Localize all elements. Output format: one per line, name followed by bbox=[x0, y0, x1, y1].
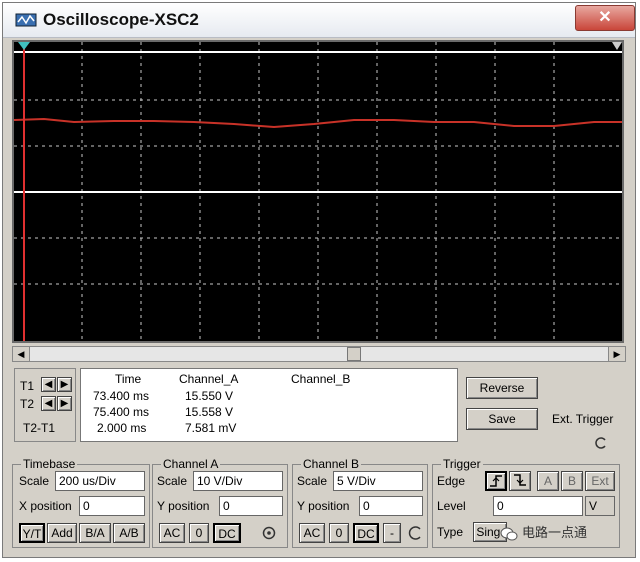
t1-right-arrow-icon[interactable]: ▶ bbox=[57, 377, 72, 392]
watermark: 电路一点通 bbox=[500, 522, 587, 541]
readout-header-channel-b: Channel_B bbox=[291, 372, 351, 386]
timebase-scale-label: Scale bbox=[19, 474, 50, 488]
level-field[interactable]: 0 bbox=[493, 496, 583, 516]
channel-a-y-position-label: Y position bbox=[157, 499, 210, 513]
readout-header-time: Time bbox=[115, 372, 142, 386]
channel-b-dc-button[interactable]: DC bbox=[353, 523, 379, 543]
falling-edge-icon[interactable] bbox=[509, 471, 531, 491]
ext-trigger-label: Ext. Trigger bbox=[552, 412, 614, 426]
edge-label: Edge bbox=[437, 474, 466, 488]
channel-a-zero-button[interactable]: 0 bbox=[189, 523, 209, 543]
t1-label: T1 bbox=[20, 379, 35, 393]
watermark-text: 电路一点通 bbox=[522, 525, 588, 540]
readout-row2-time: 75.400 ms bbox=[93, 405, 150, 419]
type-label: Type bbox=[437, 525, 464, 539]
title-bar[interactable]: Oscilloscope-XSC2 ✕ bbox=[3, 3, 635, 38]
t2-label: T2 bbox=[20, 397, 35, 411]
trigger-source-a-button[interactable]: A bbox=[537, 471, 559, 491]
channel-b-ac-button[interactable]: AC bbox=[299, 523, 325, 543]
channel-b-terminal-icon[interactable] bbox=[407, 525, 423, 541]
wechat-icon bbox=[500, 527, 518, 541]
level-unit-select[interactable]: V bbox=[585, 496, 615, 516]
channel-a-dc-button[interactable]: DC bbox=[213, 523, 241, 543]
timebase-legend: Timebase bbox=[21, 457, 78, 471]
cursor-t2-marker bbox=[612, 42, 622, 50]
readout-row1-time: 73.400 ms bbox=[93, 389, 150, 403]
x-position-label: X position bbox=[19, 499, 72, 513]
timebase-group: Timebase Scale 200 us/Div X position 0 Y… bbox=[12, 457, 150, 548]
cursor-t1-marker bbox=[18, 42, 30, 50]
readout-row3-time: 2.000 ms bbox=[97, 421, 147, 435]
oscilloscope-app-icon bbox=[15, 13, 37, 27]
scroll-left-icon[interactable]: ◀ bbox=[13, 347, 30, 361]
channel-b-y-position-label: Y position bbox=[297, 499, 350, 513]
channel-b-y-position-field[interactable]: 0 bbox=[359, 496, 423, 516]
readout-row3-channel-a: 7.581 mV bbox=[185, 421, 237, 435]
channel-a-y-position-field[interactable]: 0 bbox=[219, 496, 283, 516]
cursor-controls: T1 T2 ◀ ▶ ◀ ▶ T2-T1 bbox=[14, 368, 76, 442]
time-scrollbar[interactable]: ◀ ▶ bbox=[12, 346, 626, 362]
readout-header-channel-a: Channel_A bbox=[179, 372, 239, 386]
mode-ba-button[interactable]: B/A bbox=[79, 523, 111, 543]
channel-a-terminal-icon[interactable] bbox=[261, 525, 277, 541]
channel-b-scale-field[interactable]: 5 V/Div bbox=[333, 471, 423, 491]
channel-a-ac-button[interactable]: AC bbox=[159, 523, 185, 543]
t2-right-arrow-icon[interactable]: ▶ bbox=[57, 396, 72, 411]
t2-left-arrow-icon[interactable]: ◀ bbox=[41, 396, 56, 411]
trigger-source-b-button[interactable]: B bbox=[561, 471, 583, 491]
timebase-scale-field[interactable]: 200 us/Div bbox=[55, 471, 145, 491]
trigger-legend: Trigger bbox=[441, 457, 483, 471]
close-button[interactable]: ✕ bbox=[575, 5, 635, 31]
measurement-readout: Time Channel_A Channel_B 73.400 ms 15.55… bbox=[80, 368, 458, 442]
channel-b-group: Channel B Scale 5 V/Div Y position 0 AC … bbox=[292, 457, 428, 548]
channel-b-legend: Channel B bbox=[301, 457, 362, 471]
t1-left-arrow-icon[interactable]: ◀ bbox=[41, 377, 56, 392]
readout-row1-channel-a: 15.550 V bbox=[185, 389, 234, 403]
save-button[interactable]: Save bbox=[466, 408, 538, 430]
channel-b-scale-label: Scale bbox=[297, 474, 328, 488]
trigger-source-ext-button[interactable]: Ext bbox=[585, 471, 615, 491]
level-label: Level bbox=[437, 499, 466, 513]
channel-a-group: Channel A Scale 10 V/Div Y position 0 AC… bbox=[152, 457, 288, 548]
scroll-thumb[interactable] bbox=[347, 347, 361, 361]
mode-add-button[interactable]: Add bbox=[47, 523, 77, 543]
ext-trigger-terminal-icon[interactable] bbox=[594, 436, 608, 450]
readout-row2-channel-a: 15.558 V bbox=[185, 405, 234, 419]
mode-ab-button[interactable]: A/B bbox=[113, 523, 145, 543]
scope-display bbox=[12, 40, 624, 343]
mode-yt-button[interactable]: Y/T bbox=[19, 523, 45, 543]
reverse-button[interactable]: Reverse bbox=[466, 377, 538, 399]
channel-a-scale-field[interactable]: 10 V/Div bbox=[193, 471, 283, 491]
channel-a-legend: Channel A bbox=[161, 457, 221, 471]
t2-t1-label: T2-T1 bbox=[23, 421, 56, 435]
channel-a-scale-label: Scale bbox=[157, 474, 188, 488]
x-position-field[interactable]: 0 bbox=[79, 496, 145, 516]
scroll-right-icon[interactable]: ▶ bbox=[608, 347, 625, 361]
channel-b-zero-button[interactable]: 0 bbox=[329, 523, 349, 543]
rising-edge-icon[interactable] bbox=[485, 471, 507, 491]
channel-b-minus-button[interactable]: - bbox=[383, 523, 401, 543]
window-title: Oscilloscope-XSC2 bbox=[43, 10, 199, 29]
